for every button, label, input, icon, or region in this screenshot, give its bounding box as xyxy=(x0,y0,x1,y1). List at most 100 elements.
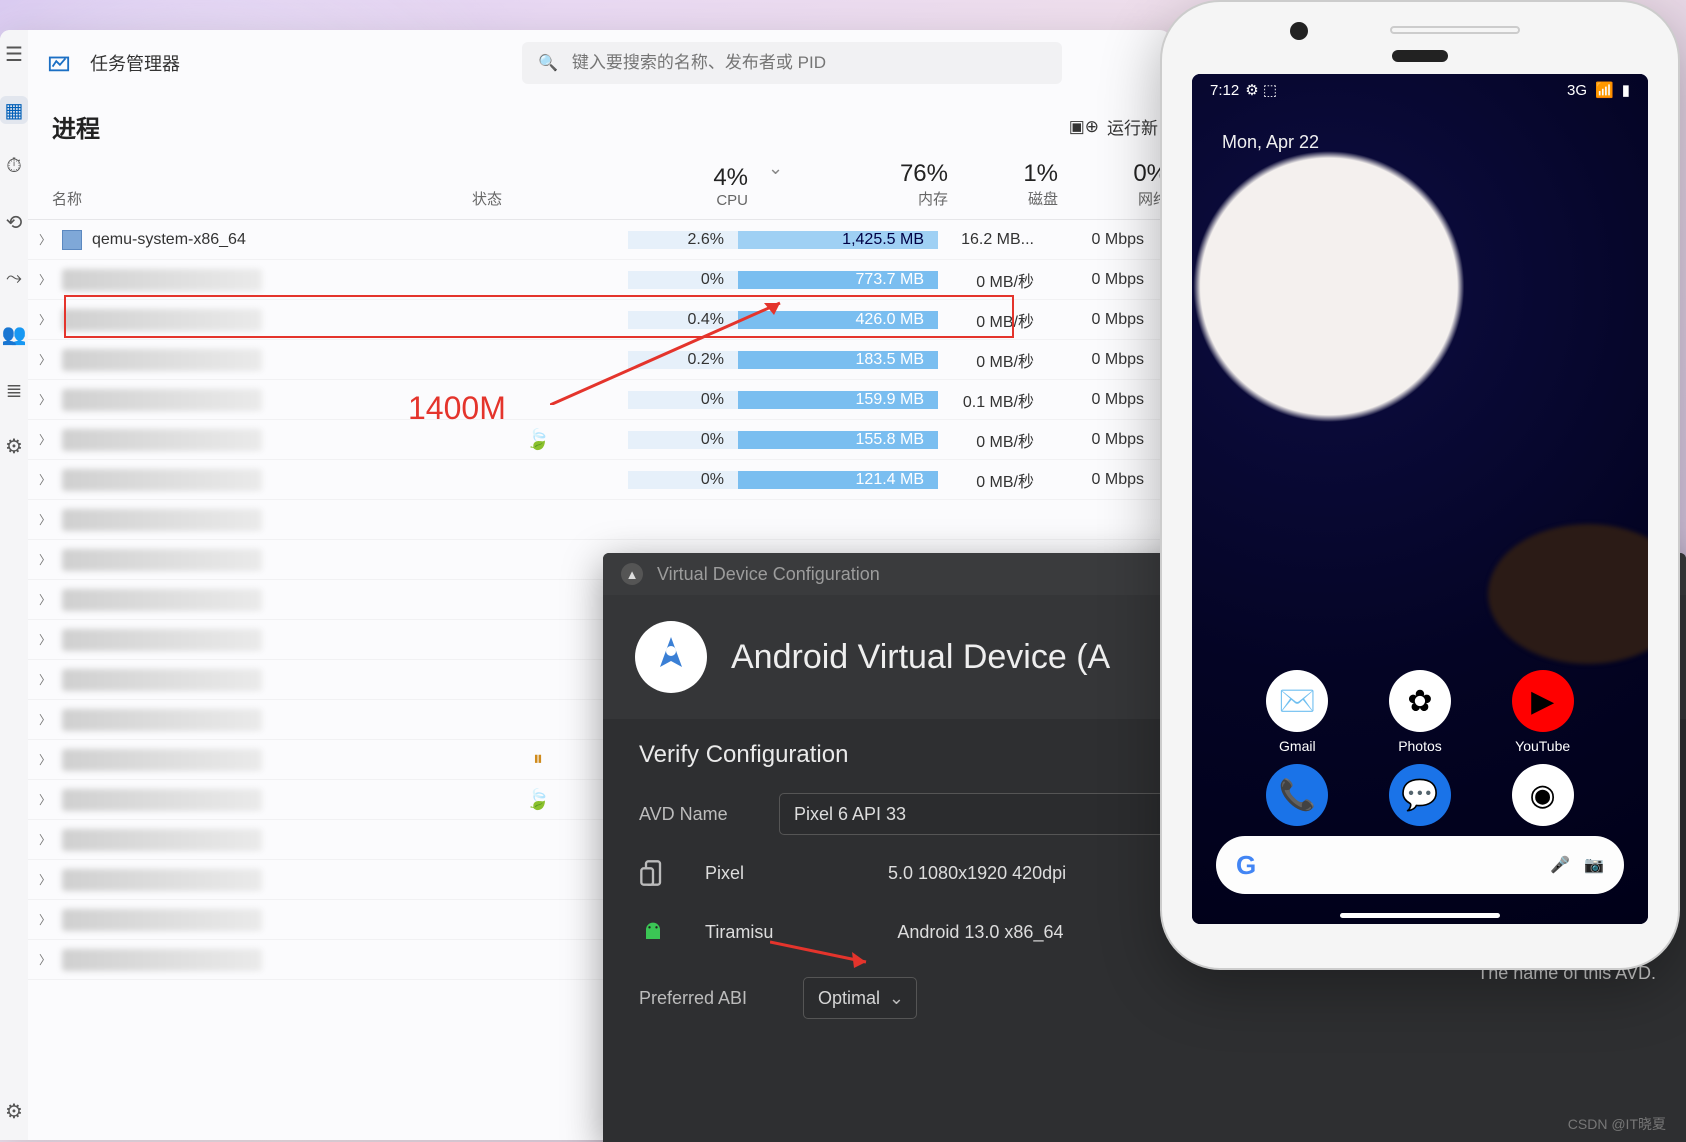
table-row[interactable]: 〉0.2%183.5 MB0 MB/秒0 Mbps xyxy=(28,340,1170,380)
col-network[interactable]: 0%网络 xyxy=(1072,160,1170,209)
window-title: 任务管理器 xyxy=(90,50,180,76)
expand-icon[interactable]: 〉 xyxy=(38,351,52,368)
table-row[interactable]: 〉qemu-system-x86_642.6%1,425.5 MB16.2 MB… xyxy=(28,220,1170,260)
android-icon xyxy=(639,918,667,946)
expand-icon[interactable]: 〉 xyxy=(38,951,52,968)
cell-cpu: 0.2% xyxy=(628,351,738,369)
table-row[interactable]: 〉0%773.7 MB0 MB/秒0 Mbps xyxy=(28,260,1170,300)
services-icon[interactable]: ⚙ xyxy=(0,432,28,460)
expand-icon[interactable]: 〉 xyxy=(38,311,52,328)
process-name: qemu-system-x86_64 xyxy=(92,231,246,249)
cell-net: 0 Mbps xyxy=(1048,351,1158,369)
run-new-button[interactable]: ▣⊕ 运行新 xyxy=(1069,114,1158,139)
expand-icon[interactable]: 〉 xyxy=(38,591,52,608)
cell-mem: 773.7 MB xyxy=(738,271,938,289)
emulator-device: 7:12 ⚙ ⬚ 3G 📶 ▮ Mon, Apr 22 ✉️Gmail✿Phot… xyxy=(1160,0,1680,970)
expand-icon[interactable]: 〉 xyxy=(38,711,52,728)
battery-icon: ▮ xyxy=(1622,81,1630,99)
expand-icon[interactable]: 〉 xyxy=(38,751,52,768)
clock: 7:12 xyxy=(1210,82,1239,99)
watermark: CSDN @IT晓夏 xyxy=(1568,1114,1666,1134)
device-spec: 5.0 1080x1920 420dpi xyxy=(888,863,1066,884)
startup-icon[interactable]: ⤳ xyxy=(0,264,28,292)
expand-icon[interactable]: 〉 xyxy=(38,231,52,248)
cell-cpu: 0.4% xyxy=(628,311,738,329)
run-new-label: 运行新 xyxy=(1107,114,1158,139)
col-cpu[interactable]: 4%CPU xyxy=(652,164,762,209)
cell-net: 0 Mbps xyxy=(1048,471,1158,489)
performance-icon[interactable]: ⏱ xyxy=(0,152,28,180)
abi-label: Preferred ABI xyxy=(639,988,779,1009)
app-grid: ✉️Gmail ✿Photos ▶YouTube xyxy=(1192,670,1648,754)
eco-icon: 🍃 xyxy=(526,427,551,452)
column-headers: 名称 状态 4%CPU 76%内存 1%磁盘 0%网络 xyxy=(28,154,1170,220)
cell-mem: 159.9 MB xyxy=(738,391,938,409)
expand-icon[interactable]: 〉 xyxy=(38,471,52,488)
expand-icon[interactable]: 〉 xyxy=(38,511,52,528)
avd-hero-title: Android Virtual Device (A xyxy=(731,638,1110,677)
expand-icon[interactable]: 〉 xyxy=(38,551,52,568)
search-box[interactable]: 🔍 xyxy=(522,42,1062,84)
dock-phone[interactable]: 📞 xyxy=(1266,764,1328,826)
table-row[interactable]: 〉0%159.9 MB0.1 MB/秒0 Mbps xyxy=(28,380,1170,420)
dock-chrome[interactable]: ◉ xyxy=(1512,764,1574,826)
expand-icon[interactable]: 〉 xyxy=(38,871,52,888)
search-icon: 🔍 xyxy=(538,53,558,73)
processes-icon[interactable]: ▦ xyxy=(0,96,28,124)
col-memory[interactable]: 76%内存 xyxy=(762,160,962,209)
abi-select[interactable]: Optimal xyxy=(803,977,917,1019)
expand-icon[interactable]: 〉 xyxy=(38,391,52,408)
lens-icon[interactable]: 📷 xyxy=(1584,855,1604,875)
expand-icon[interactable]: 〉 xyxy=(38,271,52,288)
app-label: Gmail xyxy=(1279,738,1316,754)
notif-icon: ⚙ ⬚ xyxy=(1245,81,1277,99)
cell-net: 0 Mbps xyxy=(1048,431,1158,449)
device-name: Pixel xyxy=(705,863,744,884)
app-youtube[interactable]: ▶YouTube xyxy=(1512,670,1574,754)
expand-icon[interactable]: 〉 xyxy=(38,671,52,688)
history-icon[interactable]: ⟲ xyxy=(0,208,28,236)
menu-icon[interactable]: ☰ xyxy=(0,40,28,68)
camera-icon xyxy=(1290,22,1308,40)
cell-cpu: 0% xyxy=(628,431,738,449)
table-row[interactable]: 〉0%121.4 MB0 MB/秒0 Mbps xyxy=(28,460,1170,500)
search-input[interactable] xyxy=(572,53,1046,73)
app-label: YouTube xyxy=(1515,738,1570,754)
col-disk[interactable]: 1%磁盘 xyxy=(962,160,1072,209)
google-g-icon: G xyxy=(1236,850,1256,881)
phone-frame: 7:12 ⚙ ⬚ 3G 📶 ▮ Mon, Apr 22 ✉️Gmail✿Phot… xyxy=(1160,0,1680,970)
users-icon[interactable]: 👥 xyxy=(0,320,28,348)
expand-icon[interactable]: 〉 xyxy=(38,791,52,808)
app-gmail[interactable]: ✉️Gmail xyxy=(1266,670,1328,754)
cell-disk: 16.2 MB... xyxy=(938,231,1048,249)
cell-cpu: 2.6% xyxy=(628,231,738,249)
mic-icon[interactable]: 🎤 xyxy=(1550,855,1570,875)
cell-disk: 0 MB/秒 xyxy=(938,428,1048,452)
process-icon xyxy=(62,230,82,250)
annotation-label: 1400M xyxy=(408,390,506,427)
signal-icon: 📶 xyxy=(1595,81,1614,99)
col-name[interactable]: 名称 xyxy=(52,188,472,209)
expand-icon[interactable]: 〉 xyxy=(38,831,52,848)
expand-icon[interactable]: 〉 xyxy=(38,911,52,928)
app-icon: ✿ xyxy=(1389,670,1451,732)
cell-cpu: 0% xyxy=(628,471,738,489)
run-new-icon: ▣⊕ xyxy=(1069,117,1099,137)
cell-net: 0 Mbps xyxy=(1048,311,1158,329)
table-row[interactable]: 〉0.4%426.0 MB0 MB/秒0 Mbps xyxy=(28,300,1170,340)
expand-icon[interactable]: 〉 xyxy=(38,431,52,448)
expand-icon[interactable]: 〉 xyxy=(38,631,52,648)
app-photos[interactable]: ✿Photos xyxy=(1389,670,1451,754)
table-row[interactable]: 〉 xyxy=(28,500,1170,540)
dock-messages[interactable]: 💬 xyxy=(1389,764,1451,826)
table-row[interactable]: 〉🍃0%155.8 MB0 MB/秒0 Mbps xyxy=(28,420,1170,460)
cell-cpu: 0% xyxy=(628,271,738,289)
details-icon[interactable]: ≣ xyxy=(0,376,28,404)
google-search-bar[interactable]: G 🎤 📷 xyxy=(1216,836,1624,894)
col-status[interactable]: 状态 xyxy=(472,188,652,209)
cell-mem: 183.5 MB xyxy=(738,351,938,369)
cell-disk: 0 MB/秒 xyxy=(938,468,1048,492)
settings-icon[interactable]: ⚙ xyxy=(0,1097,28,1125)
nav-handle[interactable] xyxy=(1340,913,1500,918)
phone-screen[interactable]: 7:12 ⚙ ⬚ 3G 📶 ▮ Mon, Apr 22 ✉️Gmail✿Phot… xyxy=(1192,74,1648,924)
